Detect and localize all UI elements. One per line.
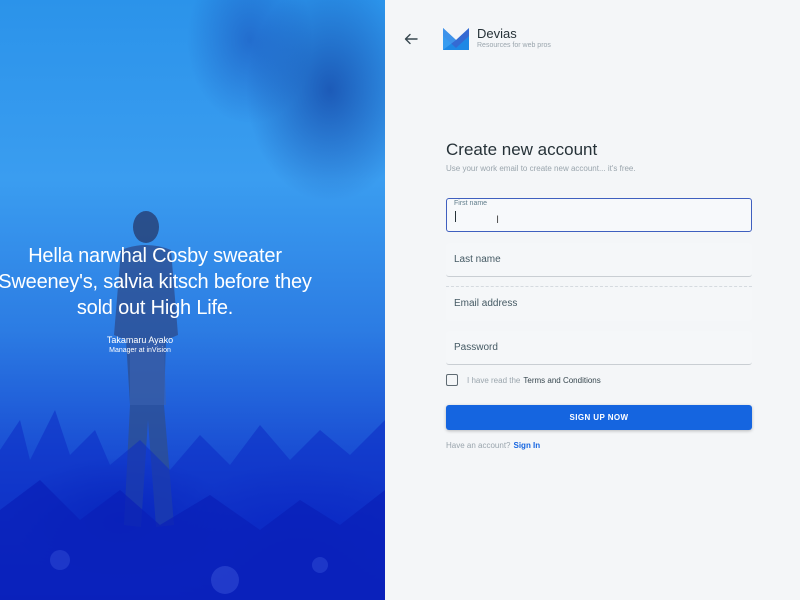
quote-author: Takamaru Ayako Manager at inVision: [90, 334, 190, 356]
text-cursor-icon: I: [496, 214, 500, 226]
author-name: Takamaru Ayako: [106, 335, 174, 345]
password-field[interactable]: Password: [446, 331, 752, 365]
email-field[interactable]: Email address: [446, 287, 752, 321]
terms-row: I have read the Terms and Conditions: [446, 374, 601, 386]
author-role: Manager at inVision: [109, 347, 171, 354]
sign-in-prompt: Have an account? Sign In: [446, 441, 540, 450]
last-name-field[interactable]: Last name: [446, 243, 752, 277]
signup-panel: Devias Resources for web pros Create new…: [385, 0, 800, 600]
terms-link[interactable]: Terms and Conditions: [523, 376, 600, 385]
password-label: Password: [454, 342, 498, 353]
sign-in-link[interactable]: Sign In: [514, 441, 541, 450]
terms-checkbox[interactable]: [446, 374, 458, 386]
have-account-text: Have an account?: [446, 441, 511, 450]
first-name-field[interactable]: First name I: [446, 198, 752, 232]
sign-up-button[interactable]: SIGN UP NOW: [446, 405, 752, 430]
last-name-label: Last name: [454, 254, 501, 265]
terms-prefix: I have read the: [467, 375, 521, 385]
hero-panel: Hella narwhal Cosby sweater Sweeney's, s…: [0, 0, 385, 600]
devias-logo-icon: [443, 28, 469, 50]
text-caret: [455, 211, 456, 222]
arrow-left-icon: [404, 33, 418, 45]
page-title: Create new account: [446, 140, 598, 159]
grass-foreground: [0, 410, 385, 600]
hero-quote: Hella narwhal Cosby sweater Sweeney's, s…: [0, 245, 312, 319]
email-label: Email address: [454, 298, 518, 309]
brand-tagline: Resources for web pros: [477, 42, 551, 49]
first-name-label: First name: [454, 200, 488, 207]
page-subtitle: Use your work email to create new accoun…: [446, 164, 636, 173]
brand-name: Devias: [477, 26, 517, 41]
back-button[interactable]: [401, 29, 421, 49]
